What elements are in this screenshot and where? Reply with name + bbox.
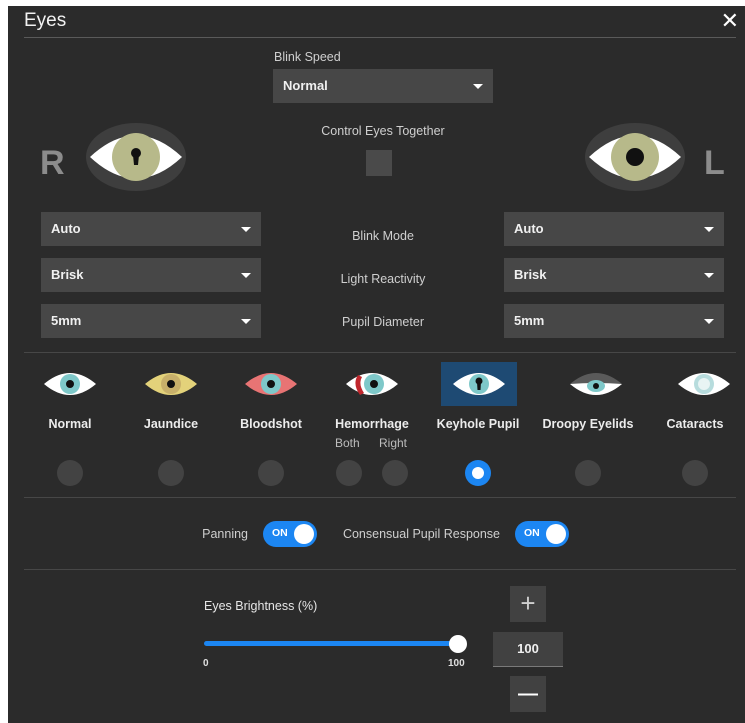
control-eyes-together-label: Control Eyes Together (321, 124, 445, 138)
toggle-knob (294, 524, 314, 544)
section-divider (24, 352, 736, 353)
condition-jaundice[interactable] (133, 362, 209, 406)
hemorrhage-both-label: Both (335, 436, 360, 450)
jaundice-eye-icon (145, 373, 197, 395)
normal-eye-icon (44, 373, 96, 395)
consensual-pupil-response-label: Consensual Pupil Response (342, 527, 500, 541)
condition-label-keyhole-pupil: Keyhole Pupil (436, 417, 520, 431)
left-pupil-diameter-select[interactable]: 5mm (504, 304, 724, 338)
right-blink-mode-value: Auto (51, 221, 81, 236)
keyhole-pupil-eye-icon (453, 373, 505, 395)
chevron-down-icon (704, 273, 714, 278)
right-light-reactivity-value: Brisk (51, 267, 84, 282)
brightness-increment-button[interactable]: + (510, 586, 546, 622)
blink-speed-label: Blink Speed (274, 50, 341, 64)
left-light-reactivity-value: Brisk (514, 267, 547, 282)
radio-keyhole-pupil[interactable] (465, 460, 491, 486)
section-divider (24, 497, 736, 498)
condition-label-droopy-eyelids: Droopy Eyelids (542, 417, 634, 431)
radio-hemorrhage-both[interactable] (336, 460, 362, 486)
consensual-toggle-state: ON (524, 527, 540, 539)
bloodshot-eye-icon (245, 373, 297, 395)
blink-mode-label: Blink Mode (352, 229, 414, 243)
title-divider (24, 37, 736, 38)
radio-hemorrhage-right[interactable] (382, 460, 408, 486)
consensual-pupil-response-toggle[interactable]: ON (515, 521, 569, 547)
right-pupil-diameter-value: 5mm (51, 313, 82, 328)
right-eye-keyhole-icon (86, 123, 186, 191)
hemorrhage-eye-icon (346, 373, 398, 395)
condition-label-cataracts: Cataracts (666, 417, 724, 431)
panning-label: Panning (202, 527, 248, 541)
radio-jaundice[interactable] (158, 460, 184, 486)
brightness-min-label: 0 (203, 658, 209, 669)
brightness-slider-thumb[interactable] (449, 635, 467, 653)
pupil-diameter-label: Pupil Diameter (342, 315, 424, 329)
chevron-down-icon (473, 84, 483, 89)
left-light-reactivity-select[interactable]: Brisk (504, 258, 724, 292)
control-eyes-together-checkbox[interactable] (366, 150, 392, 176)
cataracts-eye-icon (678, 373, 730, 395)
droopy-eyelids-eye-icon (570, 373, 622, 395)
chevron-down-icon (241, 227, 251, 232)
window-title: Eyes (24, 10, 67, 31)
radio-cataracts[interactable] (682, 460, 708, 486)
condition-label-jaundice: Jaundice (143, 417, 199, 431)
condition-droopy-eyelids[interactable] (558, 362, 634, 406)
left-blink-mode-select[interactable]: Auto (504, 212, 724, 246)
right-pupil-diameter-select[interactable]: 5mm (41, 304, 261, 338)
eyes-brightness-label: Eyes Brightness (%) (204, 599, 318, 613)
hemorrhage-right-label: Right (379, 436, 408, 450)
condition-keyhole-pupil[interactable] (441, 362, 517, 406)
chevron-down-icon (241, 319, 251, 324)
chevron-down-icon (241, 273, 251, 278)
light-reactivity-label: Light Reactivity (340, 272, 426, 286)
right-eye-letter: R (40, 144, 65, 182)
left-pupil-diameter-value: 5mm (514, 313, 545, 328)
chevron-down-icon (704, 227, 714, 232)
blink-speed-select[interactable]: Normal (273, 69, 493, 103)
brightness-slider-track[interactable] (204, 641, 458, 646)
left-eye-icon (585, 123, 685, 191)
condition-bloodshot[interactable] (233, 362, 309, 406)
panning-toggle-state: ON (272, 527, 288, 539)
condition-label-bloodshot: Bloodshot (240, 417, 302, 431)
panning-toggle[interactable]: ON (263, 521, 317, 547)
brightness-max-label: 100 (448, 658, 465, 669)
title-bar: Eyes ✕ (8, 6, 745, 38)
condition-normal[interactable] (32, 362, 108, 406)
radio-droopy-eyelids[interactable] (575, 460, 601, 486)
blink-speed-value: Normal (283, 78, 328, 93)
left-eye-letter: L (704, 144, 725, 182)
close-icon[interactable]: ✕ (721, 8, 739, 34)
brightness-value-field[interactable]: 100 (493, 632, 563, 667)
right-blink-mode-select[interactable]: Auto (41, 212, 261, 246)
eyes-panel: Eyes ✕ Blink Speed Normal Control Eyes T… (8, 6, 745, 723)
brightness-decrement-button[interactable]: — (510, 676, 546, 712)
radio-normal[interactable] (57, 460, 83, 486)
right-light-reactivity-select[interactable]: Brisk (41, 258, 261, 292)
condition-hemorrhage[interactable] (334, 362, 410, 406)
radio-bloodshot[interactable] (258, 460, 284, 486)
condition-cataracts[interactable] (666, 362, 742, 406)
section-divider (24, 569, 736, 570)
left-blink-mode-value: Auto (514, 221, 544, 236)
condition-label-normal: Normal (48, 417, 92, 431)
condition-label-hemorrhage: Hemorrhage (335, 417, 409, 431)
toggle-knob (546, 524, 566, 544)
chevron-down-icon (704, 319, 714, 324)
